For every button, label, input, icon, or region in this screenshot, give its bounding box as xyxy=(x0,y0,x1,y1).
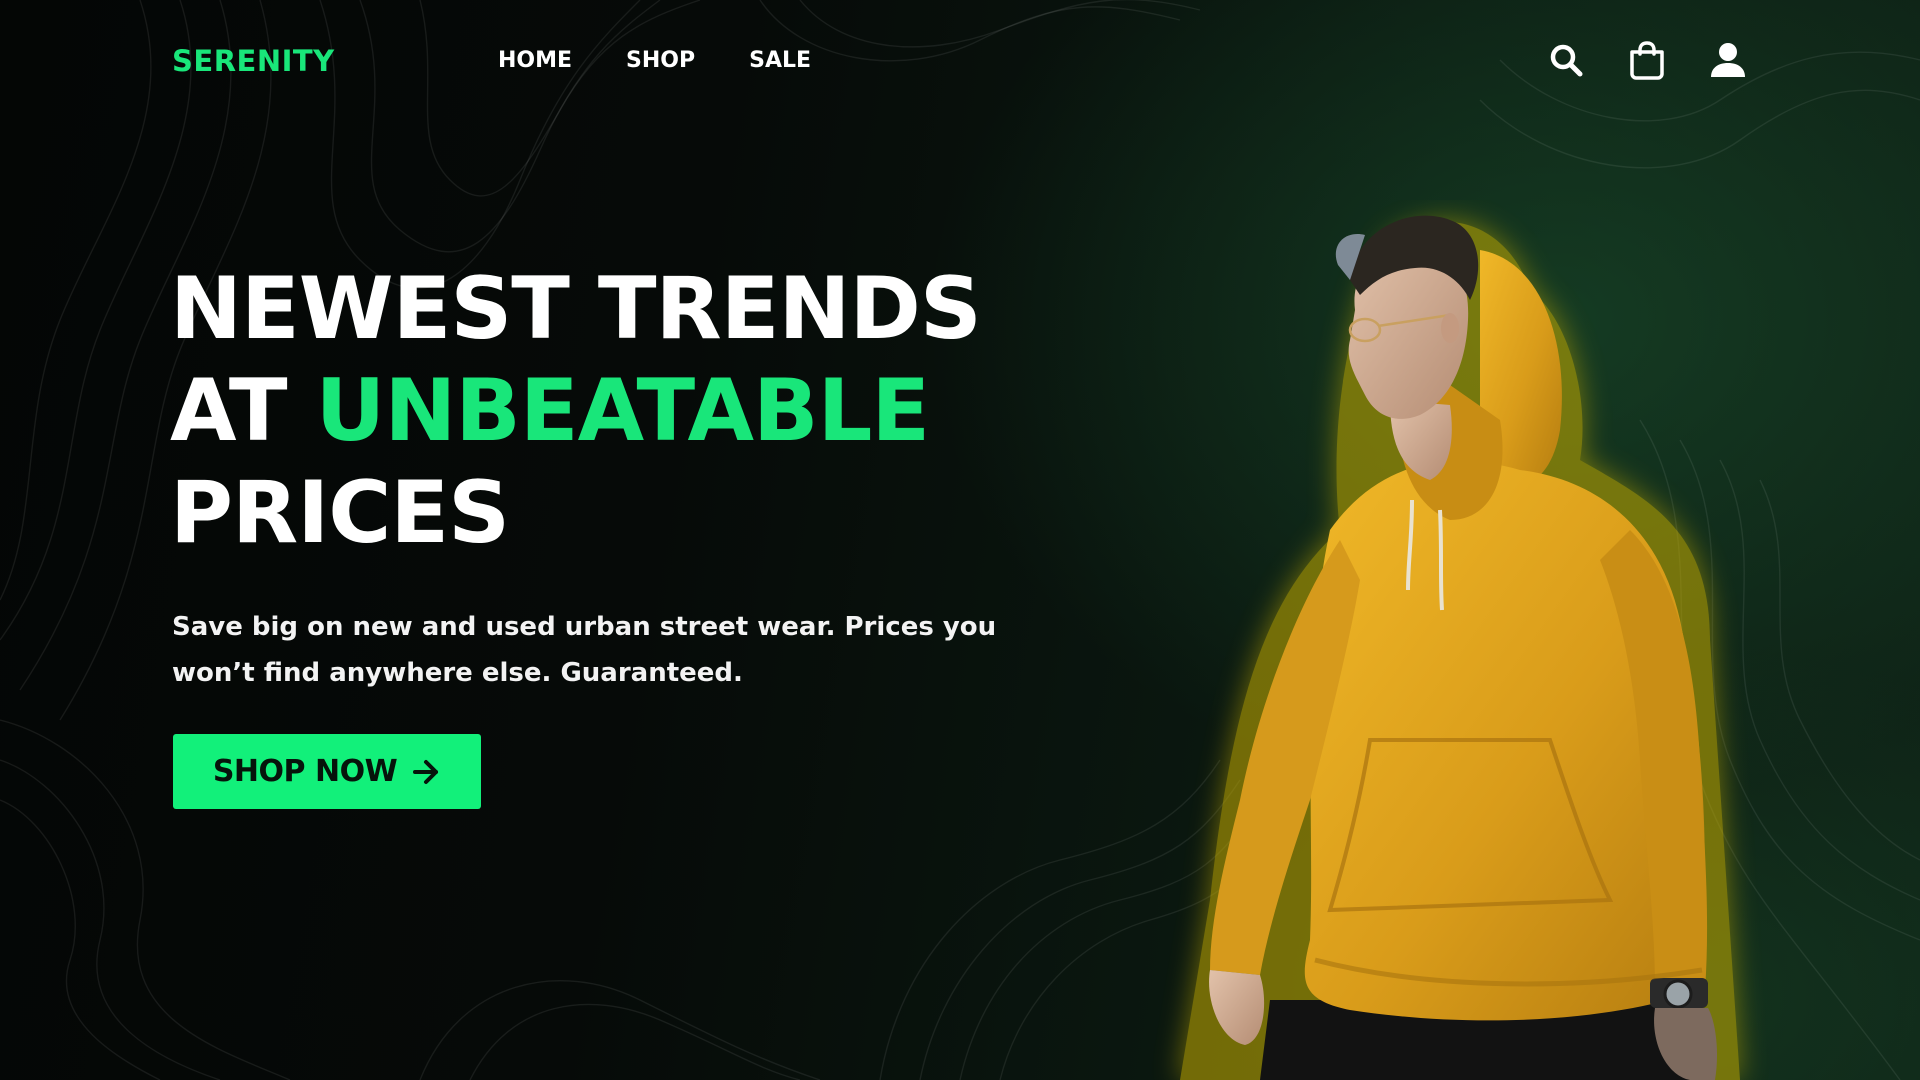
search-button[interactable] xyxy=(1546,40,1586,80)
nav-icon-group xyxy=(1546,40,1748,80)
hero-model-image xyxy=(1180,215,1740,1080)
nav-links: HOME SHOP SALE xyxy=(498,48,811,73)
cart-button[interactable] xyxy=(1627,40,1667,80)
headline-line-1: NEWEST TRENDS xyxy=(170,259,982,359)
account-button[interactable] xyxy=(1708,40,1748,80)
landing-page: SERENITY HOME SHOP SALE NEWEST TRENDS AT… xyxy=(0,0,1920,1080)
headline-accent-word: UNBEATABLE xyxy=(315,361,930,461)
top-nav: SERENITY HOME SHOP SALE xyxy=(0,0,1920,128)
shop-now-label: SHOP NOW xyxy=(212,754,398,789)
nav-link-shop[interactable]: SHOP xyxy=(626,48,695,73)
hero-subtext: Save big on new and used urban street we… xyxy=(172,612,997,688)
arrow-right-icon xyxy=(413,759,439,784)
nav-link-sale[interactable]: SALE xyxy=(749,48,811,73)
nav-link-home[interactable]: HOME xyxy=(498,48,572,73)
headline-line-2-prefix: AT xyxy=(170,361,316,461)
headline-line-3: PRICES xyxy=(170,463,510,563)
shopping-bag-icon xyxy=(1630,41,1664,80)
shop-now-button[interactable]: SHOP NOW xyxy=(173,734,481,809)
hero-headline: NEWEST TRENDS AT UNBEATABLE PRICES xyxy=(170,258,982,564)
user-icon xyxy=(1711,43,1745,77)
brand-logo[interactable]: SERENITY xyxy=(172,44,335,78)
headline-line-2: AT UNBEATABLE xyxy=(170,360,981,462)
search-icon xyxy=(1550,44,1583,77)
